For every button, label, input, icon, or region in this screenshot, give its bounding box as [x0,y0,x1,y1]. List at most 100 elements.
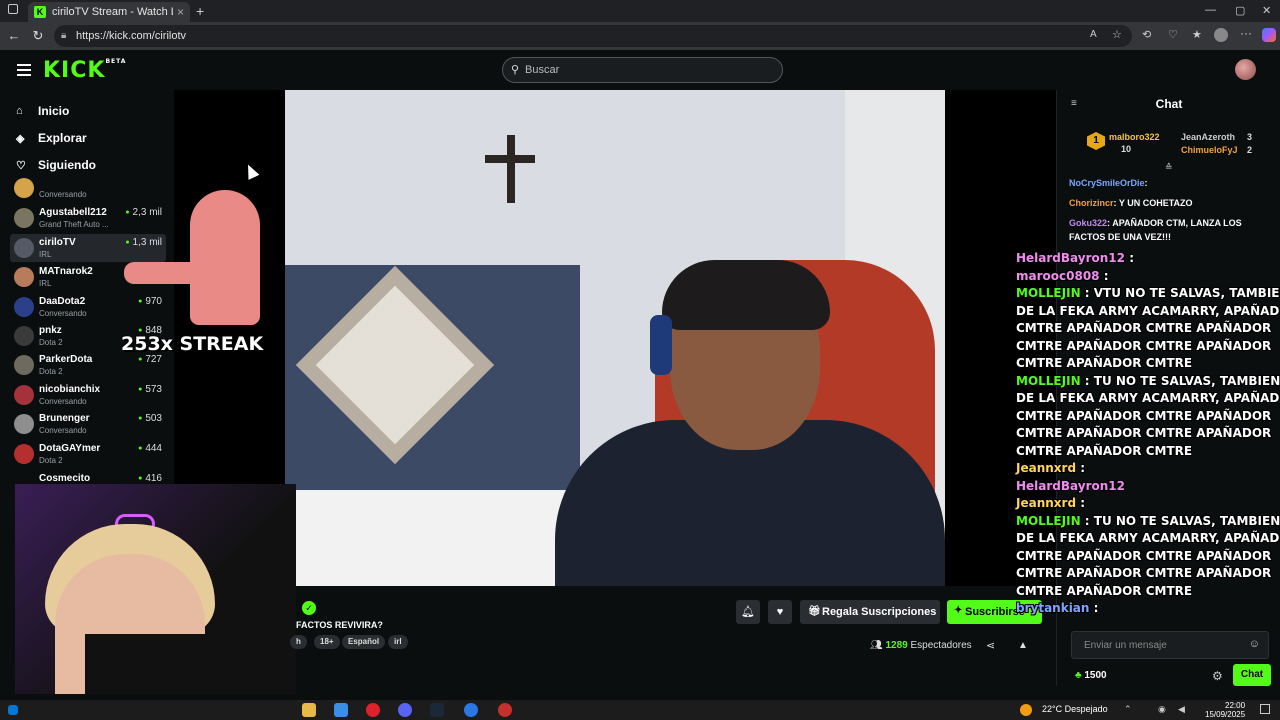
channel-category: Dota 2 [39,456,63,465]
new-tab-icon[interactable]: + [196,3,204,19]
overlay-user: MOLLEJIN [1016,286,1081,300]
overlay-text: CMTRE APAÑADOR CMTRE APAÑADOR [1016,548,1272,563]
back-icon[interactable]: ← [2,28,26,43]
collapse-chat-icon[interactable]: ≡ [1071,98,1077,109]
search-input[interactable]: ⚲ Buscar [502,57,783,83]
opera-icon[interactable] [366,703,380,717]
channel-name: pnkz [39,325,62,336]
channel-name: MATnarok2 [39,266,93,277]
leader-count: 10 [1121,144,1132,154]
chat-title: Chat [1155,97,1183,111]
copilot-icon[interactable] [1262,28,1276,42]
patrick-overlay [190,190,260,325]
notification-icon[interactable] [1260,704,1270,714]
close-tab-icon[interactable]: × [177,5,184,19]
chat-username[interactable]: Chorizincr [1069,198,1114,208]
channel-category: Conversando [39,190,87,199]
obs-icon[interactable] [498,703,512,717]
network-icon[interactable]: ◉ [1158,704,1166,715]
nav-explore-label: Explorar [38,131,87,145]
chat-send-button[interactable]: Chat [1233,664,1271,686]
overlay-text: CMTRE APAÑADOR CMTRE APAÑADOR [1016,426,1272,440]
minimize-icon[interactable]: — [1205,4,1216,16]
chat-message: NoCrySmileOrDie: [1069,178,1148,188]
browser-essentials-icon[interactable]: ♡ [1168,28,1178,41]
channel-points[interactable]: ♣ 1500 [1075,670,1107,681]
nav-home[interactable]: ⌂ Inicio [16,104,69,118]
overlay-user: HelardBayron12 [1016,251,1126,265]
read-aloud-icon[interactable]: A [1090,29,1097,40]
stream-tag[interactable]: Español [342,635,386,649]
gear-icon[interactable]: ⚙ [1212,669,1223,683]
overlay-user: Jeannxrd [1016,461,1077,475]
chat-text: : [1144,178,1148,188]
reload-icon[interactable]: ↻ [26,28,50,44]
file-explorer-icon[interactable] [302,703,316,717]
sidebar-channel-active[interactable]: ciriloTV IRL 1,3 mil [10,234,166,262]
sidebar-channel[interactable]: DotaGAYmer Dota 2 444 [10,440,166,468]
sidebar-channel[interactable]: nicobianchix Conversando 573 [10,381,166,409]
sidebar-toggle-icon[interactable] [8,4,18,14]
app-icon[interactable] [464,703,478,717]
extensions-icon[interactable]: ⟲ [1142,28,1151,41]
clock[interactable]: 22:00 15/09/2025 [1205,701,1245,719]
stream-video[interactable] [285,90,945,586]
sidebar-channel[interactable]: Agustabell212 Grand Theft Auto ... 2,3 m… [10,204,166,232]
overlay-line: CMTRE APAÑADOR CMTRE [1016,443,1280,461]
sidebar-channel[interactable]: ParkerDota Dota 2 727 [10,351,166,379]
discord-icon[interactable] [398,703,412,717]
chat-username[interactable]: Goku322 [1069,218,1107,228]
system-tray-icon[interactable]: ⌃ [1124,704,1132,715]
overlay-line: CMTRE APAÑADOR CMTRE APAÑADOR [1016,425,1280,443]
chat-username[interactable]: NoCrySmileOrDie [1069,178,1145,188]
overlay-user: Jeannxrd [1016,496,1077,510]
weather-widget[interactable]: 22°C Despejado [1042,704,1108,714]
channel-avatar [14,326,34,346]
home-icon: ⌂ [16,105,23,117]
chat-input[interactable]: Enviar un mensaje ☺ [1071,631,1269,659]
kick-logo[interactable]: KICKBETA [43,58,126,83]
share-icon[interactable]: ⋖ [986,639,995,652]
overlay-line: DE LA FEKA ARMY ACAMARRY, APAÑADOR [1016,303,1280,321]
nav-following[interactable]: ♡ Siguiendo [16,158,96,172]
nav-explore[interactable]: ◈ Explorar [16,131,87,145]
sidebar-channel[interactable]: Brunenger Conversando 503 [10,410,166,438]
notification-bell-button[interactable]: 🔔︎ [736,600,760,624]
store-icon[interactable] [334,703,348,717]
gift-subs-button[interactable]: 🎁︎ Regala Suscripciones [800,600,940,624]
profile-icon[interactable] [1214,28,1228,42]
close-window-icon[interactable]: ✕ [1262,4,1271,17]
volume-icon[interactable]: ◀ [1178,704,1185,715]
overlay-line: CMTRE APAÑADOR CMTRE APAÑADOR [1016,565,1280,583]
steam-icon[interactable] [430,703,444,717]
leader-name: JeanAzeroth [1181,132,1236,142]
channel-category: IRL [39,279,52,288]
overlay-line: MOLLEJIN : TU NO TE SALVAS, TAMBIEN ERES [1016,373,1280,391]
start-icon[interactable] [8,705,18,715]
stream-tag[interactable]: 18+ [314,635,340,649]
stream-tag[interactable]: irl [388,635,408,649]
browser-tab[interactable]: K ciriloTV Stream - Watch Live on K × [28,2,190,22]
gift-icon: 🎁︎ [808,606,821,617]
channel-category: Conversando [39,309,87,318]
chat-text: FACTOS DE UNA VEZ!!! [1069,232,1172,242]
channel-name: nicobianchix [39,384,101,395]
stream-tag[interactable]: h [290,635,307,649]
emoji-icon[interactable]: ☺ [1249,638,1260,650]
user-avatar[interactable] [1235,59,1256,80]
maximize-icon[interactable]: ▢ [1235,4,1245,17]
favorites-bar-icon[interactable]: ★ [1192,28,1202,41]
clock-date: 15/09/2025 [1205,710,1246,719]
channel-category: Conversando [39,426,87,435]
report-icon[interactable]: ▲ [1018,640,1028,651]
sidebar-channel[interactable]: DaaDota2 Conversando 970 [10,293,166,321]
more-icon[interactable]: ··· [1240,26,1252,40]
favorite-icon[interactable]: ☆ [1112,28,1122,41]
overlay-line: CMTRE APAÑADOR CMTRE APAÑADOR [1016,548,1280,566]
overlay-line: CMTRE APAÑADOR CMTRE [1016,355,1280,373]
follow-button[interactable]: ♥ [768,600,792,624]
channel-viewers: 416 [138,473,162,484]
menu-icon[interactable] [17,64,31,79]
url-field[interactable]: 🔒︎ https://kick.com/cirilotv [54,25,1132,47]
channel-viewers: 970 [138,296,162,307]
